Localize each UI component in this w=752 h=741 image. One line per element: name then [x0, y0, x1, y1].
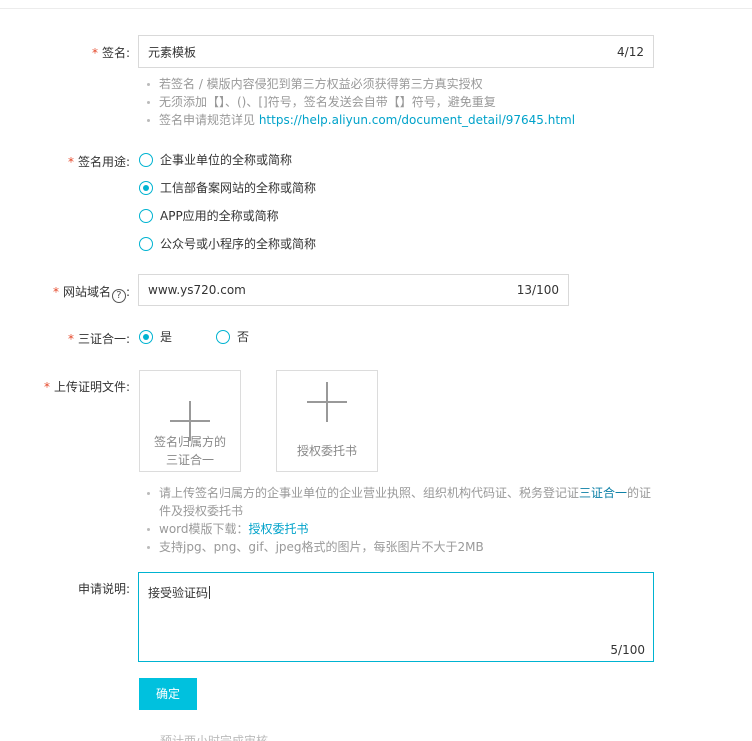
usage-option-enterprise[interactable]: 企事业单位的全称或简称: [139, 151, 292, 168]
signature-input[interactable]: 元素模板 4/12: [138, 35, 654, 68]
radio-checked-icon: [139, 329, 153, 344]
usage-option-website[interactable]: 工信部备案网站的全称或简称: [139, 179, 316, 196]
signature-label: * 签名:: [91, 46, 130, 60]
upload-hint-3: 支持jpg、png、gif、jpeg格式的图片，每张图片不大于2MB: [143, 538, 683, 556]
upload-hint-1: 请上传签名归属方的企事业单位的企业营业执照、组织机构代码证、税务登记证三证合一的…: [143, 484, 683, 520]
usage-option-label: 公众号或小程序的全称或简称: [160, 237, 317, 251]
description-value: 接受验证码: [148, 586, 209, 600]
upload-hint-2: word模版下载：授权委托书: [143, 520, 683, 538]
signature-spec-link[interactable]: https://help.aliyun.com/document_detail/…: [259, 113, 575, 127]
usage-option-mini-program[interactable]: 公众号或小程序的全称或简称: [139, 235, 316, 252]
three-in-one-option-label: 否: [237, 330, 250, 344]
radio-icon: [139, 208, 153, 223]
upload-hint-1-tail: 的证: [627, 486, 652, 500]
upload-label: * 上传证明文件:: [43, 380, 130, 394]
domain-label-text: 网站域名: [62, 285, 111, 299]
required-mark: *: [67, 155, 74, 169]
domain-input-value: www.ys720.com: [148, 283, 246, 297]
three-in-one-no[interactable]: 否: [216, 328, 249, 345]
footer-note: 预计两小时完成审核: [160, 734, 269, 741]
radio-icon: [139, 236, 153, 251]
description-char-count: 5/100: [610, 643, 645, 657]
upload-hints: 请上传签名归属方的企事业单位的企业营业执照、组织机构代码证、税务登记证三证合一的…: [143, 484, 683, 556]
domain-label: * 网站域名?:: [52, 285, 130, 303]
three-in-one-yes[interactable]: 是: [139, 328, 172, 345]
upload-hint-2-text: word模版下载：: [159, 522, 249, 536]
three-in-one-label: * 三证合一:: [67, 332, 130, 346]
required-mark: *: [67, 332, 74, 346]
upload-caption-line2: 三证合一: [165, 453, 214, 467]
radio-checked-icon: [139, 180, 153, 195]
usage-label: * 签名用途:: [67, 155, 130, 169]
three-in-one-label-text: 三证合一: [77, 332, 126, 346]
radio-icon: [216, 329, 230, 344]
authorization-template-link[interactable]: 授权委托书: [249, 522, 309, 536]
signature-hint-1: 若签名 / 模版内容侵犯到第三方权益必须获得第三方真实授权: [143, 75, 703, 93]
usage-option-label: 企事业单位的全称或简称: [160, 153, 293, 167]
three-in-one-link[interactable]: 三证合一: [579, 486, 627, 500]
domain-char-count: 13/100: [516, 283, 559, 297]
upload-three-in-one-box[interactable]: 签名归属方的 三证合一: [139, 370, 241, 472]
description-textarea[interactable]: 接受验证码 5/100: [138, 572, 654, 662]
required-mark: *: [43, 380, 50, 394]
upload-hint-1-cont: 件及授权委托书: [159, 504, 244, 518]
plus-icon: [307, 382, 347, 422]
usage-label-text: 签名用途: [77, 155, 126, 169]
radio-icon: [139, 152, 153, 167]
required-mark: *: [52, 285, 59, 299]
upload-label-text: 上传证明文件: [53, 380, 126, 394]
signature-label-text: 签名: [101, 46, 126, 60]
upload-hint-1-text: 请上传签名归属方的企事业单位的企业营业执照、组织机构代码证、税务登记证: [159, 486, 580, 500]
signature-hint-2: 无须添加【】、()、[]符号，签名发送会自带【】符号，避免重复: [143, 93, 703, 111]
description-label-text: 申请说明: [77, 582, 126, 596]
submit-button[interactable]: 确定: [139, 678, 197, 710]
help-icon[interactable]: ?: [111, 289, 126, 303]
signature-hints: 若签名 / 模版内容侵犯到第三方权益必须获得第三方真实授权 无须添加【】、()、…: [143, 75, 703, 129]
signature-char-count: 4/12: [617, 44, 644, 59]
domain-input[interactable]: www.ys720.com 13/100: [138, 274, 569, 306]
usage-option-label: 工信部备案网站的全称或简称: [160, 181, 317, 195]
usage-option-label: APP应用的全称或简称: [160, 209, 279, 223]
three-in-one-option-label: 是: [160, 330, 173, 344]
signature-hint-3: 签名申请规范详见 https://help.aliyun.com/documen…: [143, 111, 703, 129]
signature-input-value: 元素模板: [148, 45, 197, 59]
upload-caption-line1: 授权委托书: [296, 444, 357, 458]
upload-caption-line1: 签名归属方的: [153, 435, 226, 449]
required-mark: *: [91, 46, 98, 60]
description-label: 申请说明:: [77, 582, 130, 596]
upload-authorization-box[interactable]: 授权委托书: [276, 370, 378, 472]
signature-hint-3-text: 签名申请规范详见: [159, 113, 259, 127]
top-divider: [0, 0, 752, 9]
usage-option-app[interactable]: APP应用的全称或简称: [139, 207, 279, 224]
